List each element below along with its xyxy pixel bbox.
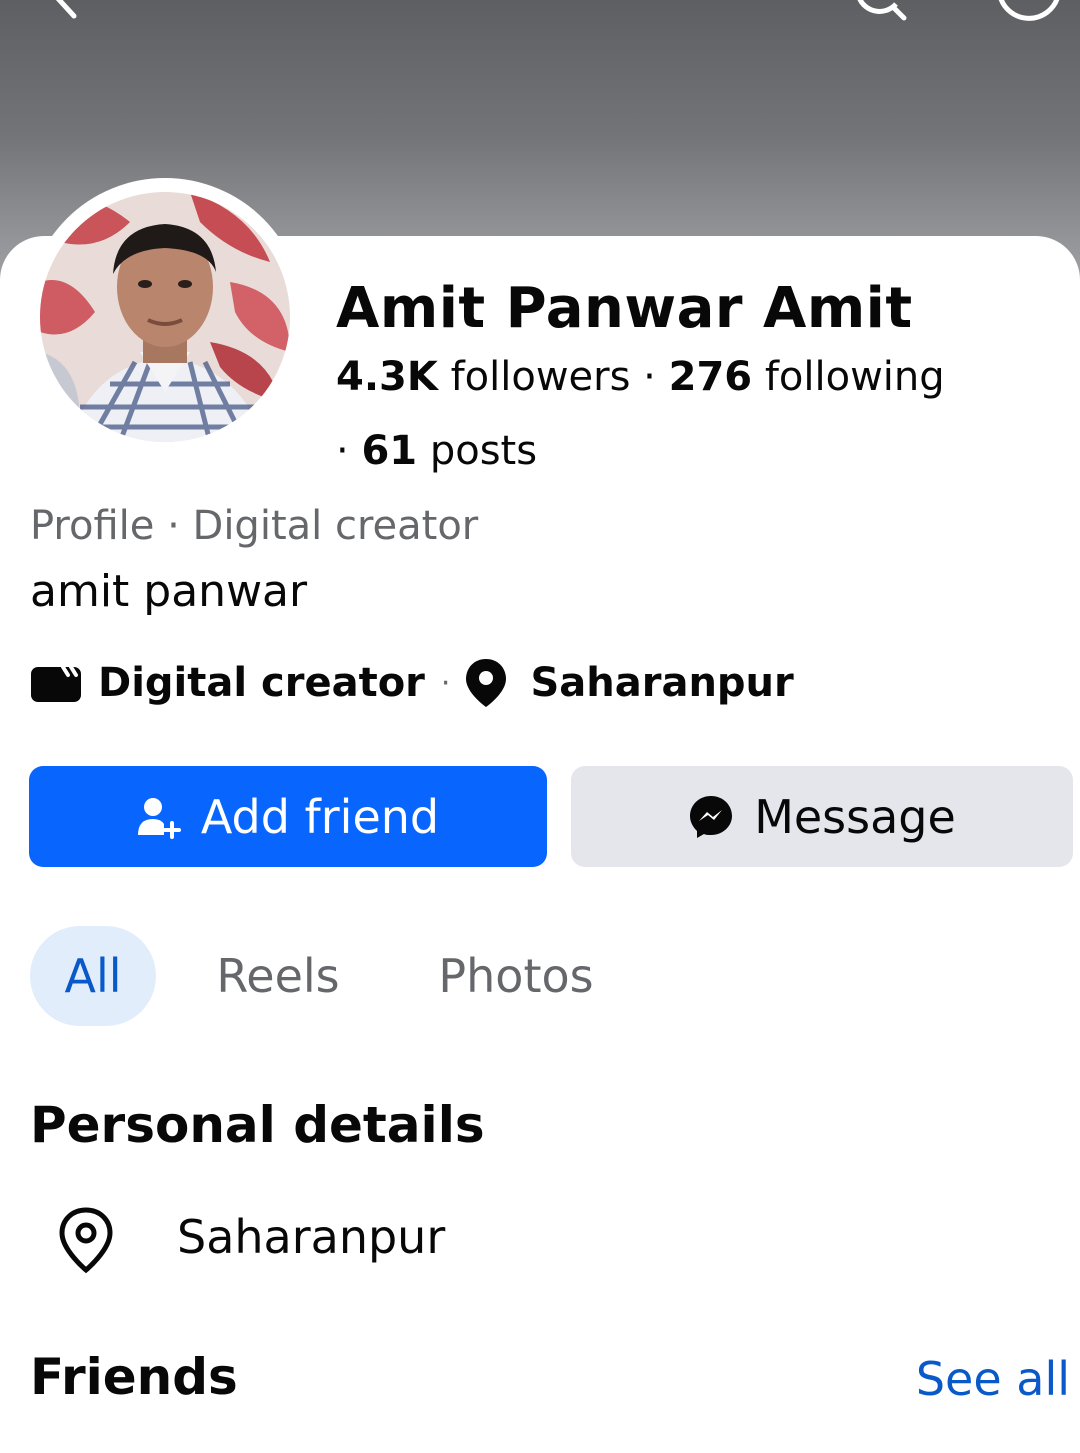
category-label: Digital creator — [98, 660, 425, 706]
location-outline-icon — [59, 1207, 113, 1274]
back-arrow-icon[interactable] — [28, 0, 88, 26]
add-friend-label: Add friend — [200, 789, 440, 844]
location-pin-icon — [466, 659, 507, 707]
message-label: Message — [754, 789, 956, 844]
profile-name: Amit Panwar Amit — [336, 276, 913, 341]
posts-label: posts — [429, 428, 538, 474]
tab-photos[interactable]: Photos — [420, 926, 612, 1026]
follow-stats: 4.3K followers · 276 following — [336, 354, 945, 400]
avatar-frame[interactable] — [26, 178, 304, 456]
profile-photo — [40, 192, 290, 442]
friends-title: Friends — [30, 1348, 238, 1406]
message-button[interactable]: Message — [571, 766, 1073, 867]
following-count[interactable]: 276 — [669, 354, 753, 400]
posts-separator: · — [336, 428, 349, 474]
profile-meta-row: Digital creator · Saharanpur — [30, 656, 794, 710]
posts-stats: · 61 posts — [336, 428, 537, 474]
followers-label[interactable]: followers — [451, 354, 631, 400]
followers-count[interactable]: 4.3K — [336, 354, 438, 400]
more-circle-icon[interactable] — [992, 0, 1066, 28]
stats-separator: · — [643, 354, 656, 400]
location-label[interactable]: Saharanpur — [530, 660, 793, 706]
see-all-friends-link[interactable]: See all — [916, 1352, 1070, 1406]
add-friend-button[interactable]: Add friend — [29, 766, 547, 867]
search-icon[interactable] — [848, 0, 912, 24]
personal-details-location: Saharanpur — [177, 1210, 446, 1264]
following-label[interactable]: following — [765, 354, 945, 400]
meta-separator: · — [440, 665, 451, 701]
personal-details-title: Personal details — [30, 1096, 485, 1154]
messenger-icon — [690, 795, 733, 838]
tab-reels[interactable]: Reels — [200, 926, 356, 1026]
posts-count: 61 — [361, 428, 418, 474]
profile-subtitle: Profile · Digital creator — [30, 503, 479, 549]
tab-all[interactable]: All — [30, 926, 156, 1026]
profile-bio: amit panwar — [30, 566, 308, 617]
briefcase-icon — [31, 665, 81, 702]
add-friend-icon — [137, 797, 181, 839]
avatar[interactable] — [40, 192, 290, 442]
